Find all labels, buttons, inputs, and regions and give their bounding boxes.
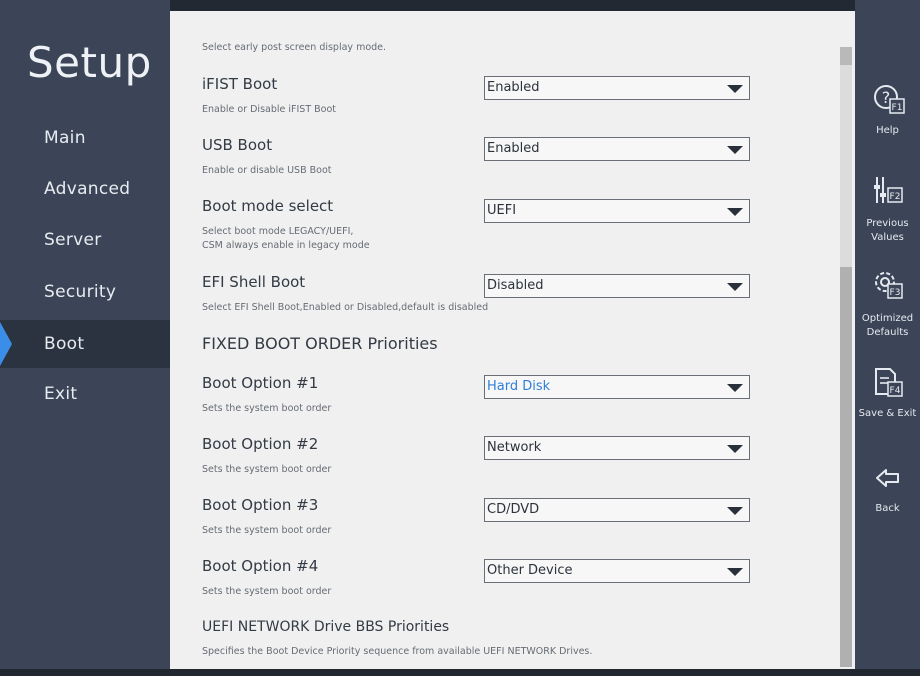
dropdown-value: UEFI	[487, 203, 517, 218]
dropdown-arrow-icon	[727, 568, 743, 576]
gear-icon: F3	[875, 272, 903, 299]
menu-item-advanced[interactable]: Advanced	[0, 165, 170, 213]
app-title: Setup	[27, 38, 152, 87]
setting-title: EFI Shell Boot	[202, 273, 306, 291]
menu-item-label: Server	[44, 230, 102, 250]
dropdown-value: CD/DVD	[487, 502, 540, 517]
save-exit-button[interactable]: F4 Save & Exit	[855, 366, 920, 426]
scrollbar-top-cap	[840, 47, 852, 65]
dropdown-value: Other Device	[487, 563, 573, 578]
key-label: F4	[890, 386, 901, 396]
function-key-panel: ? F1 Help F2 Previous Values F3 Optimize…	[855, 0, 920, 676]
setting-help: Enable or Disable iFIST Boot	[202, 104, 337, 115]
sliders-icon: F2	[874, 177, 903, 203]
setting-title: Boot Option #1	[202, 374, 319, 392]
scrollbar[interactable]	[840, 47, 852, 667]
scrollbar-thumb[interactable]	[840, 267, 852, 667]
efi-shell-boot-dropdown[interactable]: Disabled	[484, 274, 750, 298]
usb-boot-dropdown[interactable]: Enabled	[484, 137, 750, 161]
boot-mode-dropdown[interactable]: UEFI	[484, 199, 750, 223]
setting-title: Boot Option #2	[202, 435, 319, 453]
back-button[interactable]: Back	[855, 462, 920, 517]
menu-item-label: Exit	[44, 384, 78, 404]
dropdown-value: Network	[487, 440, 542, 455]
boot-option-4-dropdown[interactable]: Other Device	[484, 559, 750, 583]
key-label: F3	[890, 288, 901, 298]
setting-title: USB Boot	[202, 136, 273, 154]
dropdown-arrow-icon	[727, 146, 743, 154]
boot-option-1-dropdown[interactable]: Hard Disk	[484, 375, 750, 399]
function-label: Help	[876, 125, 899, 136]
back-arrow-icon	[876, 469, 899, 487]
function-label: Back	[875, 503, 900, 514]
help-button[interactable]: ? F1 Help	[855, 80, 920, 140]
bottom-strip	[0, 669, 920, 676]
dropdown-arrow-icon	[727, 85, 743, 93]
dropdown-value: Disabled	[487, 278, 544, 293]
left-navigation: Setup Main Advanced Server Security Boot…	[0, 0, 170, 676]
setting-title: Boot Option #4	[202, 557, 319, 575]
dropdown-arrow-icon	[727, 507, 743, 515]
setting-help: Sets the system boot order	[202, 403, 332, 414]
menu-item-label: Boot	[44, 334, 85, 354]
setting-help: Select early post screen display mode.	[202, 42, 387, 53]
dropdown-arrow-icon	[727, 445, 743, 453]
function-label: Defaults	[866, 327, 909, 338]
ifist-boot-dropdown[interactable]: Enabled	[484, 76, 750, 100]
setting-help: Sets the system boot order	[202, 525, 332, 536]
help-icon: ? F1	[874, 85, 905, 114]
setting-title: Boot Option #3	[202, 496, 319, 514]
setting-title: UEFI NETWORK Drive BBS Priorities	[202, 619, 450, 635]
top-strip	[170, 0, 855, 11]
menu-item-server[interactable]: Server	[0, 216, 170, 264]
active-indicator	[0, 322, 12, 366]
menu-item-main[interactable]: Main	[0, 114, 170, 162]
boot-option-3-dropdown[interactable]: CD/DVD	[484, 498, 750, 522]
previous-values-button[interactable]: F2 Previous Values	[855, 173, 920, 248]
dropdown-value: Enabled	[487, 141, 540, 156]
dropdown-value: Enabled	[487, 80, 540, 95]
setting-help: Select EFI Shell Boot,Enabled or Disable…	[202, 302, 489, 313]
key-label: F2	[890, 192, 901, 202]
setting-help: Specifies the Boot Device Priority seque…	[202, 646, 593, 657]
menu-item-label: Advanced	[44, 179, 131, 199]
setting-title: iFIST Boot	[202, 75, 278, 93]
section-header-fixed-boot-order: FIXED BOOT ORDER Priorities	[202, 334, 438, 353]
setting-help: Enable or disable USB Boot	[202, 165, 332, 176]
menu-item-exit[interactable]: Exit	[0, 370, 170, 418]
function-label: Optimized	[861, 313, 914, 324]
function-label: Previous	[866, 218, 909, 229]
dropdown-arrow-icon	[727, 283, 743, 291]
menu-item-security[interactable]: Security	[0, 268, 170, 316]
setting-help: CSM always enable in legacy mode	[202, 240, 370, 251]
menu-item-label: Main	[44, 128, 86, 148]
setting-help: Sets the system boot order	[202, 586, 332, 597]
settings-panel: Select early post screen display mode. i…	[170, 11, 855, 669]
function-label: Save & Exit	[858, 408, 917, 419]
svg-text:?: ?	[882, 88, 891, 107]
function-label: Values	[871, 232, 904, 243]
save-document-icon: F4	[875, 368, 903, 397]
key-label: F1	[892, 103, 903, 113]
dropdown-value: Hard Disk	[487, 379, 551, 394]
dropdown-arrow-icon	[727, 208, 743, 216]
setting-help: Sets the system boot order	[202, 464, 332, 475]
setting-help: Select boot mode LEGACY/UEFI,	[202, 226, 354, 237]
menu-item-label: Security	[44, 282, 117, 302]
boot-option-2-dropdown[interactable]: Network	[484, 436, 750, 460]
menu-item-boot[interactable]: Boot	[0, 320, 170, 368]
optimized-defaults-button[interactable]: F3 Optimized Defaults	[855, 268, 920, 343]
setting-title: Boot mode select	[202, 197, 334, 215]
dropdown-arrow-icon	[727, 384, 743, 392]
